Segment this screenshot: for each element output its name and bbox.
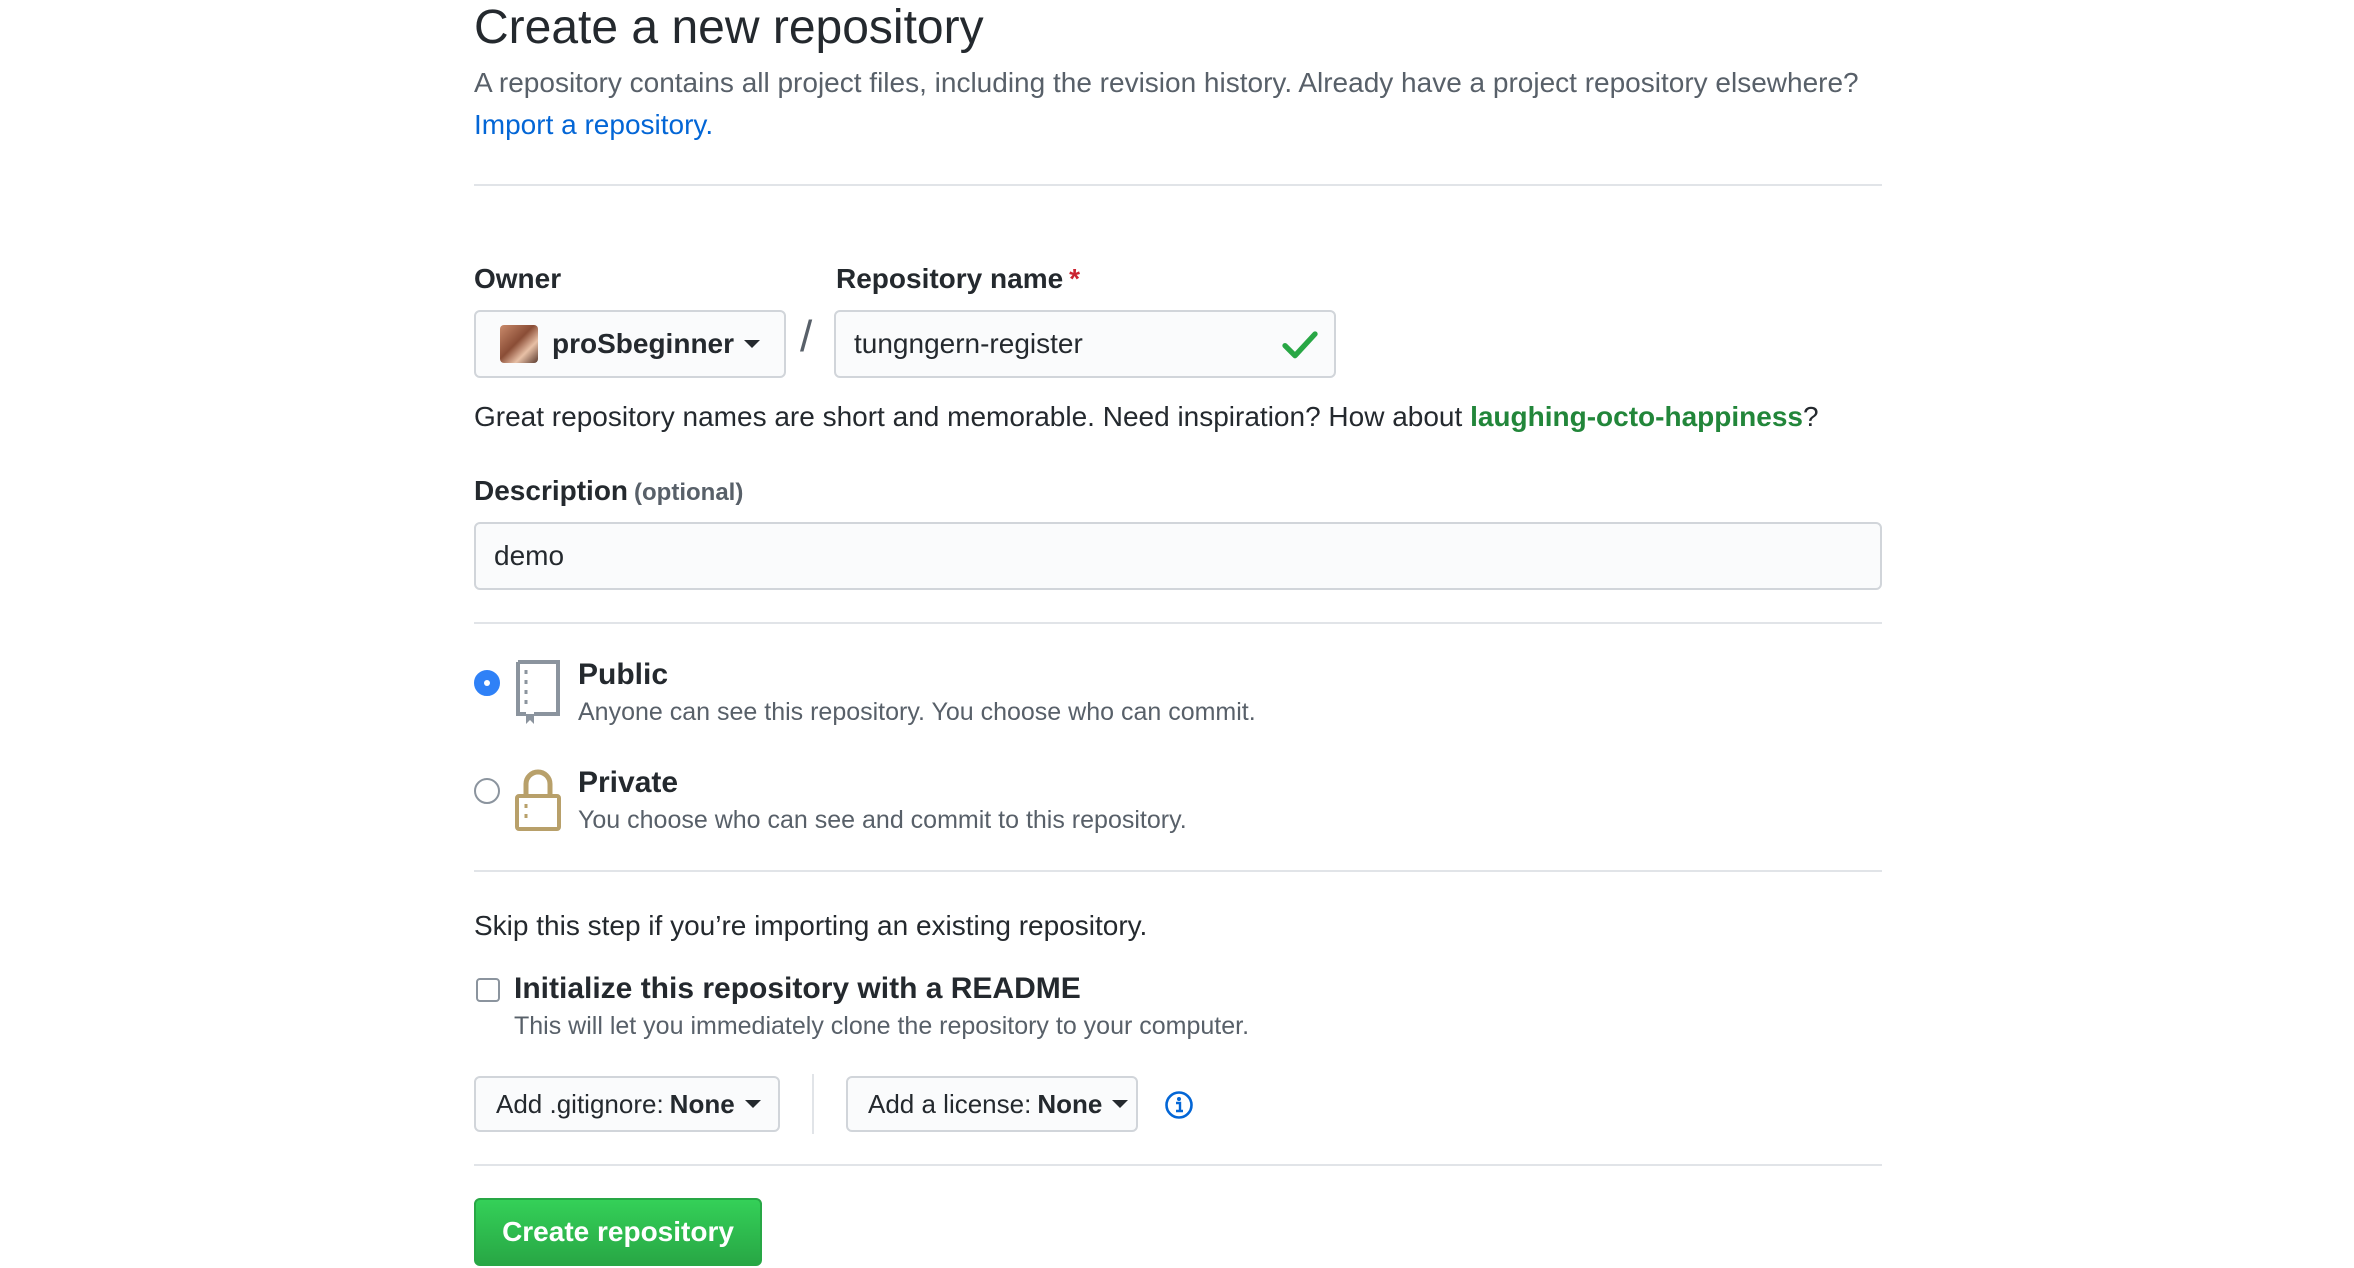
vertical-divider	[812, 1074, 814, 1134]
page-subtitle: A repository contains all project files,…	[474, 62, 1882, 146]
description-label: Description (optional)	[474, 474, 743, 510]
description-input[interactable]: demo	[474, 522, 1882, 590]
name-suggestion-link[interactable]: laughing-octo-happiness	[1470, 401, 1803, 432]
chevron-down-icon	[1112, 1100, 1129, 1108]
divider	[474, 184, 1882, 186]
gitignore-value: None	[669, 1088, 735, 1119]
hint-text: Great repository names are short and mem…	[474, 401, 1463, 432]
avatar	[500, 325, 538, 363]
check-icon	[1282, 331, 1318, 359]
info-icon[interactable]	[1164, 1090, 1194, 1120]
import-repository-link[interactable]: Import a repository.	[474, 109, 713, 140]
readme-checkbox[interactable]	[476, 978, 500, 1002]
readme-label[interactable]: Initialize this repository with a README	[514, 972, 1081, 1006]
gitignore-label: Add .gitignore:	[496, 1088, 664, 1119]
divider	[474, 870, 1882, 872]
readme-description: This will let you immediately clone the …	[514, 1012, 1250, 1040]
private-radio[interactable]	[474, 778, 500, 804]
required-asterisk: *	[1069, 263, 1081, 294]
chevron-down-icon	[744, 1100, 761, 1108]
public-title: Public	[578, 658, 669, 691]
divider	[474, 622, 1882, 624]
repository-name-label-text: Repository name	[836, 263, 1064, 294]
owner-repo-separator: /	[800, 312, 813, 361]
repo-book-icon	[516, 660, 560, 724]
chevron-down-icon	[744, 340, 761, 348]
license-value: None	[1037, 1088, 1103, 1119]
optional-note: (optional)	[634, 479, 744, 506]
name-hint: Great repository names are short and mem…	[474, 398, 1819, 436]
repository-name-label: Repository name *	[836, 262, 1080, 296]
private-title: Private	[578, 766, 679, 799]
repository-name-input[interactable]: tungngern-register	[834, 310, 1336, 378]
create-repository-button[interactable]: Create repository	[474, 1198, 762, 1266]
license-label: Add a license:	[868, 1088, 1032, 1119]
description-value: demo	[494, 540, 565, 571]
description-label-text: Description	[474, 475, 629, 506]
license-dropdown[interactable]: Add a license: None	[846, 1076, 1138, 1132]
owner-dropdown[interactable]: proSbeginner	[474, 310, 786, 378]
skip-note: Skip this step if you’re importing an ex…	[474, 910, 1148, 941]
gitignore-dropdown[interactable]: Add .gitignore: None	[474, 1076, 780, 1132]
subtitle-text: A repository contains all project files,…	[474, 67, 1859, 98]
hint-end: ?	[1802, 401, 1819, 432]
divider	[474, 1164, 1882, 1166]
private-description: You choose who can see and commit to thi…	[578, 806, 1187, 834]
lock-icon	[515, 769, 561, 831]
page-title: Create a new repository	[474, 1, 984, 54]
owner-label: Owner	[474, 263, 562, 294]
owner-name: proSbeginner	[552, 328, 735, 359]
public-description: Anyone can see this repository. You choo…	[578, 698, 1256, 726]
repository-name-value: tungngern-register	[854, 328, 1083, 359]
public-radio[interactable]	[474, 670, 500, 696]
